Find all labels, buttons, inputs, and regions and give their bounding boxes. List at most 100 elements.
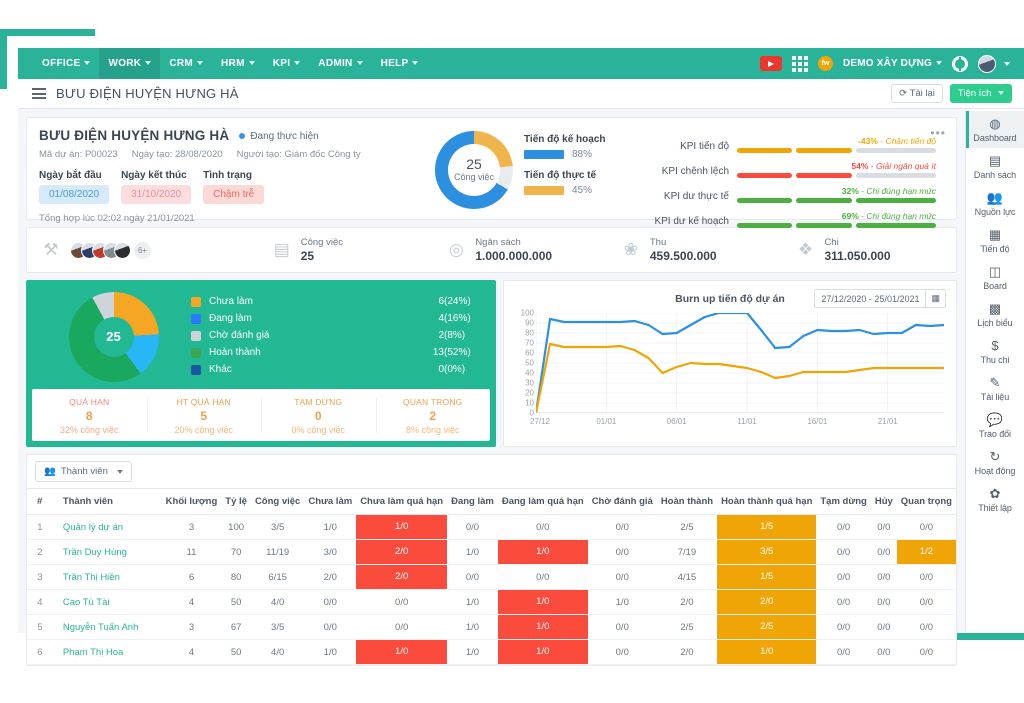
y-tick-label: 30: [525, 379, 534, 388]
table-header-h-y[interactable]: Hủy: [871, 489, 897, 515]
table-header--[interactable]: #: [27, 489, 53, 515]
nav-item-office[interactable]: OFFICE: [33, 48, 99, 79]
chart-y-axis: 0102030405060708090100: [514, 313, 534, 413]
table-header-kh-i-l-ng[interactable]: Khối lượng: [162, 489, 222, 515]
table-header-quan-tr-ng[interactable]: Quan trọng: [897, 489, 956, 515]
youtube-icon[interactable]: [760, 56, 782, 71]
state-label: Tình trạng: [203, 170, 264, 181]
summary-cell-title: TẠM DỪNG: [261, 397, 376, 407]
sidebar-item-ho-t-ng[interactable]: ↻Hoạt động: [966, 444, 1024, 481]
right-sidebar: ◍Dashboard▤Danh sách👥Nguồn lực▦Tiến độ◫B…: [965, 109, 1024, 633]
table-cell: 4: [162, 640, 222, 665]
table-header-t-l-[interactable]: Tỷ lệ: [221, 489, 251, 515]
table-header-ho-n-th-nh-qu-h-n[interactable]: Hoàn thành quá hạn: [717, 489, 816, 515]
legend-label: Đang làm: [209, 313, 420, 324]
project-header-card: ••• BƯU ĐIỆN HUYỆN HƯNG HÀ Đang thực hiệ…: [26, 117, 957, 220]
row-member-name[interactable]: Trần Thị Hiền: [53, 565, 162, 590]
row-member-name[interactable]: Quản lý dự án: [53, 515, 162, 540]
table-cell: 1/5: [717, 515, 816, 540]
row-member-name[interactable]: Phạm Thị Hoa: [53, 640, 162, 665]
project-status-label: Đang thực hiện: [250, 131, 318, 142]
table-header-ho-n-th-nh[interactable]: Hoàn thành: [657, 489, 717, 515]
avatar-overflow-count[interactable]: 6+: [134, 242, 151, 259]
reload-button[interactable]: ⟳ Tải lại: [891, 84, 943, 103]
member-filter-button[interactable]: 👥 Thành viên: [35, 461, 132, 482]
table-cell: 1/0: [498, 640, 588, 665]
table-row[interactable]: 3Trần Thị Hiền6806/152/02/00/00/00/04/15…: [27, 565, 956, 590]
y-tick-label: 60: [525, 349, 534, 358]
stat-text: Thu459.500.000: [650, 237, 717, 263]
end-date-value[interactable]: 31/10/2020: [121, 185, 191, 204]
language-globe-icon[interactable]: [952, 56, 968, 72]
table-row[interactable]: 2Trần Duy Hùng117011/193/02/01/01/00/07/…: [27, 540, 956, 565]
sidebar-item-label: Hoạt động: [968, 466, 1022, 476]
nav-item-hrm[interactable]: HRM: [212, 48, 264, 79]
table-header-th-nh-vi-n[interactable]: Thành viên: [53, 489, 162, 515]
apps-grid-icon[interactable]: [792, 56, 808, 72]
table-cell: 0/0: [447, 565, 498, 590]
stat-label: Thu: [650, 237, 717, 248]
sidebar-item-t-i-li-u[interactable]: ✎Tài liệu: [966, 370, 1024, 407]
sidebar-item-trao-i[interactable]: 💬Trao đổi: [966, 407, 1024, 444]
nav-item-admin[interactable]: ADMIN: [309, 48, 371, 79]
table-header-ch-nh-gi-[interactable]: Chờ đánh giá: [588, 489, 657, 515]
kpi-note-text: Chi đúng hạn mức: [866, 186, 936, 196]
start-date-value[interactable]: 01/08/2020: [39, 185, 109, 204]
row-member-name[interactable]: Cao Tú Tài: [53, 590, 162, 615]
reload-label: Tải lại: [910, 88, 935, 99]
table-header-ch-a-l-m-qu-h-n[interactable]: Chưa làm quá hạn: [356, 489, 447, 515]
kpi-row: KPI tiến độ-43% - Chậm tiến độ: [645, 136, 936, 153]
end-date-group: Ngày kết thúc 31/10/2020: [121, 170, 191, 204]
row-member-name[interactable]: Nguyễn Tuấn Anh: [53, 615, 162, 640]
legend-count: 4: [420, 313, 444, 324]
top-navigation-bar: OFFICEWORKCRMHRMKPIADMINHELP fw DEMO XÂY…: [18, 48, 1024, 79]
nav-item-crm[interactable]: CRM: [160, 48, 212, 79]
task-donut-chart: 25: [36, 292, 191, 381]
table-header-c-ng-vi-c[interactable]: Công việc: [251, 489, 304, 515]
table-header--ang-l-m-qu-h-n[interactable]: Đang làm quá hạn: [498, 489, 588, 515]
user-avatar[interactable]: [978, 55, 996, 73]
sidebar-item-label: Trao đổi: [968, 429, 1022, 439]
menu-toggle-icon[interactable]: [32, 86, 46, 102]
sidebar-item-ngu-n-l-c[interactable]: 👥Nguồn lực: [966, 185, 1024, 222]
sidebar-item-thu-chi[interactable]: $Thu chi: [966, 333, 1024, 370]
kpi-percent: 32%: [842, 186, 859, 196]
table-row[interactable]: 6Phạm Thị Hoa4504/01/01/01/01/00/02/01/0…: [27, 640, 956, 665]
sidebar-item-thi-t-l-p[interactable]: ✿Thiết lập: [966, 481, 1024, 518]
table-row[interactable]: 4Cao Tú Tài4504/00/00/01/01/01/02/02/00/…: [27, 590, 956, 615]
table-row[interactable]: 5Nguyễn Tuấn Anh3673/50/00/01/01/00/02/5…: [27, 615, 956, 640]
task-legend-row: Hoàn thành13(52%): [191, 347, 486, 358]
sidebar-item-dashboard[interactable]: ◍Dashboard: [966, 111, 1024, 148]
org-avatar-icon: fw: [818, 56, 833, 71]
sidebar-item-l-ch-bi-u[interactable]: ▩Lịch biểu: [966, 296, 1024, 333]
nav-item-kpi[interactable]: KPI: [264, 48, 310, 79]
kpi-note-text: Giải ngân quá ít: [876, 161, 936, 171]
chevron-down-icon: [249, 61, 255, 65]
table-header-t-m-d-ng[interactable]: Tạm dừng: [816, 489, 870, 515]
sidebar-item-ti-n-[interactable]: ▦Tiến độ: [966, 222, 1024, 259]
utilities-button[interactable]: Tiện ích: [950, 84, 1012, 103]
table-header-ch-a-l-m[interactable]: Chưa làm: [304, 489, 356, 515]
table-cell: 2/0: [657, 640, 717, 665]
date-range-picker[interactable]: 27/12/2020 - 25/01/2021 ▦: [814, 289, 946, 308]
table-cell: 0/0: [871, 590, 897, 615]
row-member-name[interactable]: Trần Duy Hùng: [53, 540, 162, 565]
nav-item-help[interactable]: HELP: [372, 48, 428, 79]
nav-item-work[interactable]: WORK: [99, 48, 160, 79]
table-header--ang-l-m[interactable]: Đang làm: [447, 489, 498, 515]
avatar[interactable]: [114, 242, 131, 259]
table-cell: 0/0: [816, 565, 870, 590]
legend-color-swatch: [191, 297, 201, 307]
task-breakdown-top: 25 Chưa làm6(24%)Đang làm4(16%)Chờ đánh …: [26, 280, 496, 389]
dashboard-icon: ◍: [968, 117, 1022, 131]
sidebar-item-label: Danh sách: [968, 170, 1022, 180]
chevron-down-icon: [936, 61, 942, 65]
member-avatars[interactable]: 6+: [70, 242, 151, 259]
user-menu-chevron-icon[interactable]: [1004, 62, 1010, 66]
sidebar-item-danh-s-ch[interactable]: ▤Danh sách: [966, 148, 1024, 185]
sidebar-item-board[interactable]: ◫Board: [966, 259, 1024, 296]
org-switcher[interactable]: DEMO XÂY DỰNG: [843, 58, 942, 69]
table-row[interactable]: 1Quản lý dự án31003/51/01/00/00/00/02/51…: [27, 515, 956, 540]
table-cell: 1/2: [897, 540, 956, 565]
x-tick-label: 27/12: [530, 417, 550, 426]
